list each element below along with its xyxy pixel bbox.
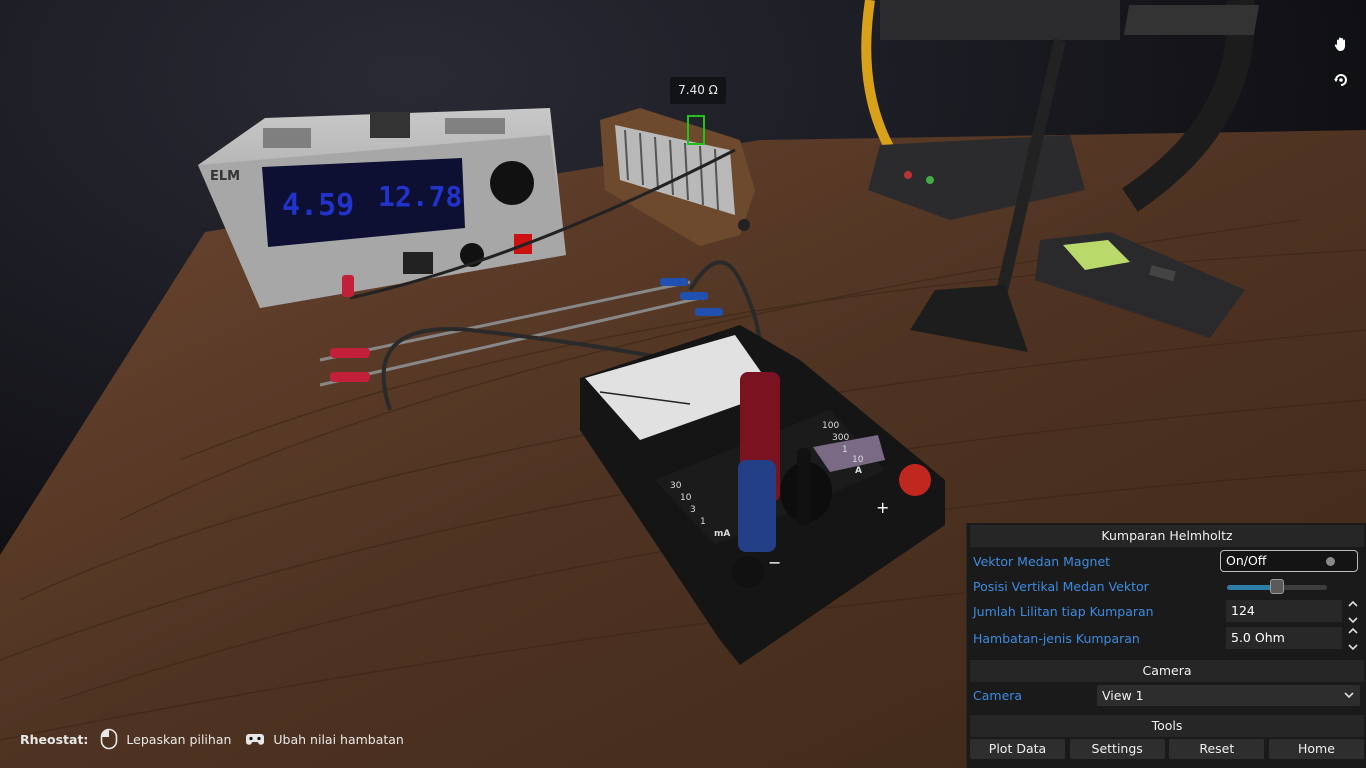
mouse-icon xyxy=(100,728,118,750)
resistance-input[interactable] xyxy=(1226,627,1342,649)
camera-label: Camera xyxy=(973,688,1023,703)
camera-select-value: View 1 xyxy=(1102,688,1144,703)
chevron-down-icon[interactable] xyxy=(1348,617,1358,624)
ammeter-range-label: 1 xyxy=(842,445,848,455)
ammeter-plus: + xyxy=(876,498,889,517)
toggle-knob-icon xyxy=(1326,557,1335,566)
chevron-down-icon xyxy=(1344,692,1354,699)
hand-icon xyxy=(1334,37,1345,51)
slider-thumb[interactable] xyxy=(1270,579,1284,594)
ammeter-unit: mA xyxy=(714,529,730,539)
chevron-up-icon[interactable] xyxy=(1348,627,1358,634)
orbit-reset-button[interactable] xyxy=(1328,67,1354,93)
chevron-down-icon[interactable] xyxy=(1348,644,1358,651)
vertical-position-label: Posisi Vertikal Medan Vektor xyxy=(973,579,1149,594)
camera-select[interactable]: View 1 xyxy=(1097,685,1360,706)
vector-field-toggle-label: On/Off xyxy=(1226,553,1267,568)
camera-section-title: Camera xyxy=(970,660,1364,682)
psu-display-left: 4.59 xyxy=(282,188,354,223)
turns-input[interactable] xyxy=(1226,600,1342,622)
settings-button[interactable]: Settings xyxy=(1069,739,1165,759)
home-button[interactable]: Home xyxy=(1268,739,1364,759)
ammeter-range-unit: A xyxy=(855,466,862,476)
helmholtz-section-title: Kumparan Helmholtz xyxy=(970,525,1364,547)
ammeter-scale-label: 30 xyxy=(670,481,682,491)
hint-release-selection: Lepaskan pilihan xyxy=(126,731,232,747)
ammeter-minus: − xyxy=(768,553,781,572)
resistance-stepper[interactable] xyxy=(1347,627,1359,651)
control-panel: Kumparan Helmholtz Vektor Medan Magnet O… xyxy=(966,523,1366,768)
gamepad-icon xyxy=(245,731,265,747)
ammeter-range-label: 300 xyxy=(832,433,849,443)
psu-display-right: 12.78 xyxy=(378,180,462,213)
vector-field-label: Vektor Medan Magnet xyxy=(973,554,1111,569)
vertical-position-slider[interactable] xyxy=(1227,579,1327,594)
plot-data-button[interactable]: Plot Data xyxy=(970,739,1065,759)
ammeter-range-label: 100 xyxy=(822,421,839,431)
ammeter-range-label: 10 xyxy=(852,455,864,465)
hint-bar: Rheostat: Lepaskan pilihan Ubah nilai ha… xyxy=(20,728,418,750)
hint-title: Rheostat: xyxy=(20,731,89,747)
ammeter-scale-label: 10 xyxy=(680,493,692,503)
ammeter-scale-label: 3 xyxy=(690,505,696,515)
hand-tool-button[interactable] xyxy=(1328,31,1354,57)
tools-section-title: Tools xyxy=(970,715,1364,737)
psu-brand: ELM xyxy=(210,169,240,184)
resistance-label: Hambatan-jenis Kumparan xyxy=(973,631,1140,646)
hint-change-resistance: Ubah nilai hambatan xyxy=(273,731,404,747)
ammeter-scale-label: 1 xyxy=(700,517,706,527)
rheostat-value-label: 7.40 Ω xyxy=(670,77,726,104)
reset-button[interactable]: Reset xyxy=(1169,739,1265,759)
chevron-up-icon[interactable] xyxy=(1348,600,1358,607)
turns-label: Jumlah Lilitan tiap Kumparan xyxy=(973,604,1154,619)
tools-row: Plot Data Settings Reset Home xyxy=(970,739,1364,761)
vector-field-toggle[interactable]: On/Off xyxy=(1220,550,1358,572)
orbit-reset-icon xyxy=(1334,74,1347,86)
turns-stepper[interactable] xyxy=(1347,600,1359,624)
